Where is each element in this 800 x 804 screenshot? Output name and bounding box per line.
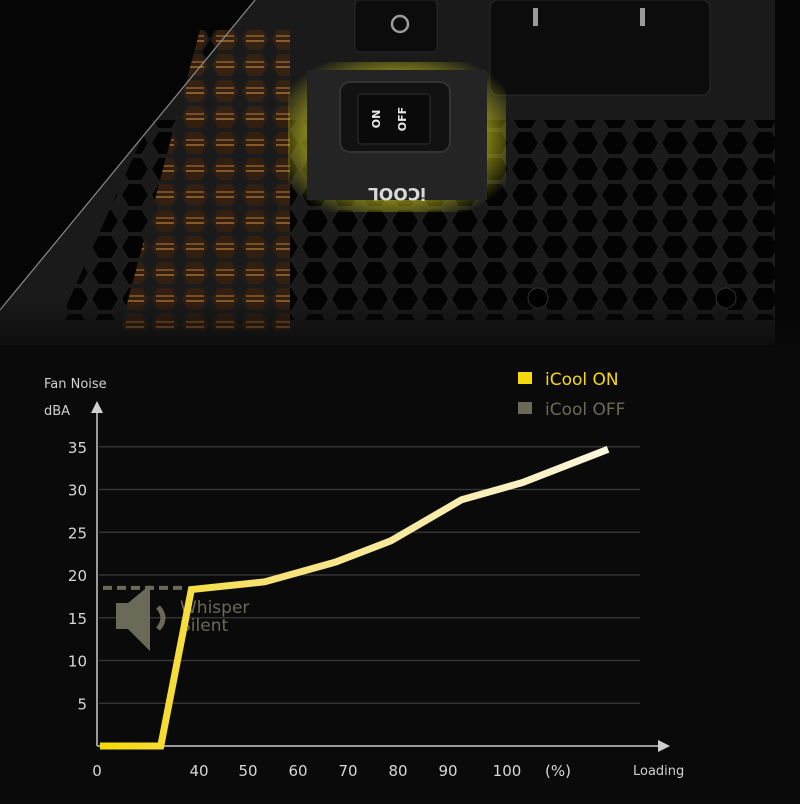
x-axis-unit: (%) (545, 762, 571, 780)
chart-container: Fan Noise dBA Loading (%) 5101520253035 … (0, 345, 800, 800)
y-tick-label: 15 (68, 610, 87, 628)
product-photo: ON OFF iCOOL (0, 0, 800, 360)
x-tick-label: 90 (438, 762, 457, 780)
legend-swatch-icool-on (518, 372, 532, 384)
psu-illustration: ON OFF iCOOL (0, 0, 800, 360)
x-axis-title: Loading (633, 764, 684, 779)
y-tick-label: 20 (68, 567, 87, 585)
series-line-icool-on (100, 449, 608, 746)
legend-label-icool-off: iCool OFF (545, 400, 625, 420)
y-tick-label: 5 (77, 695, 87, 713)
x-tick-label: 80 (388, 762, 407, 780)
switch-label-off: OFF (396, 107, 409, 131)
x-tick-label: 50 (238, 762, 257, 780)
power-switch (355, 0, 437, 52)
icool-rocker (358, 94, 430, 144)
switch-label-on: ON (370, 110, 383, 129)
y-axis-unit: dBA (44, 404, 70, 419)
fan-noise-chart: Fan Noise dBA Loading (%) 5101520253035 … (0, 345, 800, 800)
y-tick-label: 35 (68, 439, 87, 457)
ac-inlet (490, 0, 710, 95)
y-tick-label: 25 (68, 524, 87, 542)
x-axis-arrow-icon (658, 740, 670, 752)
y-tick-label: 30 (68, 482, 87, 500)
x-tick-label: 100 (493, 762, 522, 780)
y-axis-title: Fan Noise (44, 377, 107, 392)
x-tick-label: 70 (338, 762, 357, 780)
legend-label-icool-on: iCool ON (545, 370, 619, 390)
y-axis-arrow-icon (91, 401, 103, 413)
icool-caption: iCOOL (368, 183, 426, 203)
legend: iCool ON iCool OFF (518, 370, 625, 420)
y-tick-label: 10 (68, 653, 87, 671)
x-tick-label: 0 (92, 762, 102, 780)
legend-swatch-icool-off (518, 402, 532, 414)
x-tick-label: 40 (189, 762, 208, 780)
x-tick-label: 60 (288, 762, 307, 780)
